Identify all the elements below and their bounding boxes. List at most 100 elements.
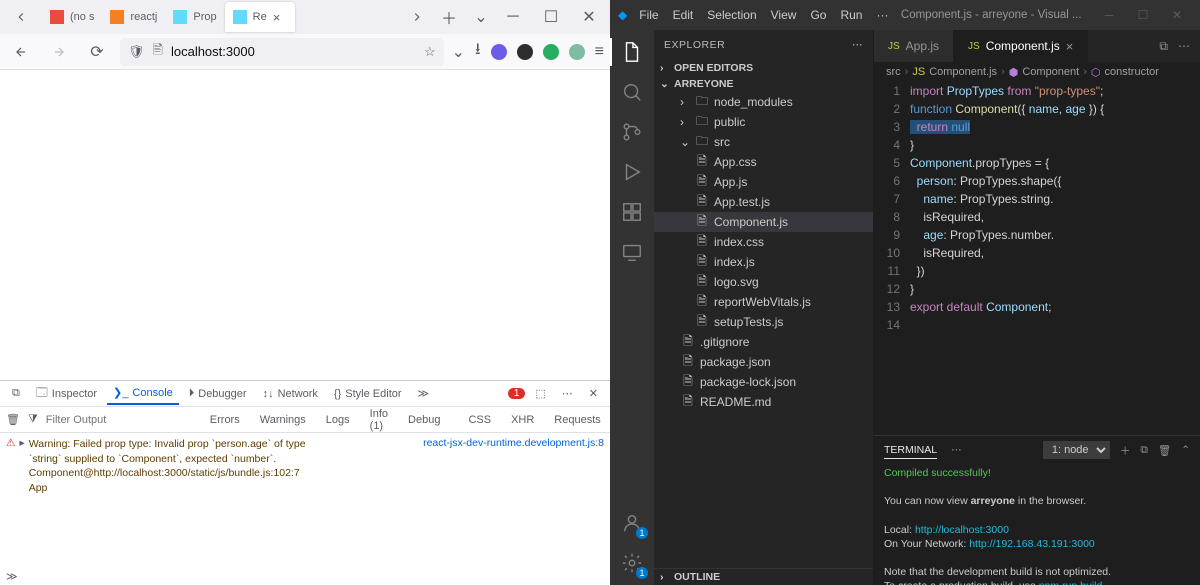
- source-control-icon[interactable]: [618, 118, 646, 146]
- tabs-overflow[interactable]: ≫: [412, 383, 436, 404]
- new-terminal-icon[interactable]: ＋: [1120, 443, 1131, 458]
- filter-input[interactable]: [46, 414, 188, 426]
- file-item[interactable]: 🗎App.test.js: [654, 192, 873, 212]
- remote-icon[interactable]: [618, 238, 646, 266]
- tab-forward-button[interactable]: [402, 3, 432, 31]
- file-item[interactable]: 🗎reportWebVitals.js: [654, 292, 873, 312]
- filter-requests[interactable]: Requests: [548, 412, 606, 428]
- file-item[interactable]: 🗎index.css: [654, 232, 873, 252]
- menu-file[interactable]: File: [639, 8, 658, 22]
- editor-tab-appjs[interactable]: JSApp.js: [874, 30, 954, 62]
- minimap[interactable]: [1150, 82, 1200, 435]
- tab-style-editor[interactable]: {}Style Editor: [328, 384, 408, 404]
- editor-more-icon[interactable]: ⋯: [1178, 39, 1190, 53]
- back-button[interactable]: [6, 38, 36, 66]
- vs-close-button[interactable]: ✕: [1162, 1, 1192, 29]
- address-bar[interactable]: 🛡 🖹 localhost:3000 ☆: [120, 38, 444, 66]
- minimize-button[interactable]: ─: [498, 3, 528, 31]
- file-item[interactable]: 🗎App.css: [654, 152, 873, 172]
- menu-edit[interactable]: Edit: [673, 8, 694, 22]
- close-icon[interactable]: ×: [273, 10, 287, 25]
- file-item[interactable]: 🗎package.json: [654, 352, 873, 372]
- open-editors-section[interactable]: ›OPEN EDITORS: [654, 60, 873, 76]
- downloads-icon[interactable]: ⭳: [475, 38, 481, 65]
- devtools-more-icon[interactable]: ⋯: [556, 383, 579, 404]
- trash-icon[interactable]: 🗑: [6, 413, 20, 426]
- filter-debug[interactable]: Debug: [402, 412, 446, 428]
- terminal-tab[interactable]: TERMINAL: [884, 442, 937, 459]
- tab-react-app[interactable]: Re×: [225, 2, 295, 32]
- vs-minimize-button[interactable]: ─: [1094, 1, 1124, 29]
- maximize-panel-icon[interactable]: ⌃: [1181, 444, 1190, 456]
- tab-inspector[interactable]: 🗔Inspector: [30, 380, 103, 407]
- more-icon[interactable]: ⋯: [852, 39, 863, 51]
- bookmark-icon[interactable]: ☆: [424, 44, 436, 60]
- error-count-badge[interactable]: 1: [508, 388, 526, 399]
- folder-item[interactable]: ⌄🗀src: [654, 132, 873, 152]
- code-editor[interactable]: 1234567891011121314 import PropTypes fro…: [874, 82, 1200, 435]
- search-icon[interactable]: [618, 78, 646, 106]
- filter-warnings[interactable]: Warnings: [254, 412, 312, 428]
- window-close-button[interactable]: ✕: [574, 3, 604, 31]
- file-item[interactable]: 🗎App.js: [654, 172, 873, 192]
- extensions-icon[interactable]: [618, 198, 646, 226]
- pocket-icon[interactable]: ⌄: [452, 42, 465, 62]
- menu-view[interactable]: View: [771, 8, 797, 22]
- tab-console[interactable]: ❯_Console: [107, 382, 179, 405]
- file-item[interactable]: 🗎.gitignore: [654, 332, 873, 352]
- tab-proptypes[interactable]: Prop: [165, 2, 224, 32]
- tab-stackoverflow[interactable]: reactj: [102, 2, 165, 32]
- close-icon[interactable]: ×: [1066, 39, 1074, 54]
- filter-logs[interactable]: Logs: [320, 412, 356, 428]
- outline-section[interactable]: ›OUTLINE: [654, 568, 873, 585]
- editor-tab-componentjs[interactable]: JSComponent.js×: [954, 30, 1088, 62]
- filter-css[interactable]: CSS: [462, 412, 497, 428]
- menu-run[interactable]: Run: [840, 8, 862, 22]
- filter-errors[interactable]: Errors: [204, 412, 246, 428]
- ext-icon-4[interactable]: [569, 44, 585, 60]
- breadcrumb[interactable]: src› JS Component.js› ⬢ Component› ⬡ con…: [874, 62, 1200, 82]
- list-tabs-button[interactable]: ⌄: [466, 3, 496, 31]
- settings-icon[interactable]: 1: [618, 549, 646, 577]
- devtools-close-icon[interactable]: ✕: [583, 383, 604, 404]
- menu-more[interactable]: ···: [876, 8, 888, 22]
- run-debug-icon[interactable]: [618, 158, 646, 186]
- tab-debugger[interactable]: ⏵Debugger: [183, 383, 253, 404]
- tab-back-button[interactable]: [6, 3, 36, 31]
- responsive-mode-icon[interactable]: ⧉: [6, 383, 26, 404]
- reload-button[interactable]: ⟳: [82, 38, 112, 66]
- ext-icon-2[interactable]: [517, 44, 533, 60]
- console-source-link[interactable]: react-jsx-dev-runtime.development.js:8: [423, 437, 604, 496]
- devtools-settings-icon[interactable]: ⬚: [529, 383, 551, 404]
- tab-gmail[interactable]: (no s: [42, 2, 102, 32]
- maximize-button[interactable]: ☐: [536, 3, 566, 31]
- explorer-icon[interactable]: [618, 38, 646, 66]
- folder-item[interactable]: ›🗀public: [654, 112, 873, 132]
- file-item[interactable]: 🗎README.md: [654, 392, 873, 412]
- vs-maximize-button[interactable]: ☐: [1128, 1, 1158, 29]
- file-item[interactable]: 🗎Component.js: [654, 212, 873, 232]
- menu-icon[interactable]: ≡: [595, 43, 604, 61]
- file-item[interactable]: 🗎logo.svg: [654, 272, 873, 292]
- new-tab-button[interactable]: ＋: [434, 3, 464, 31]
- terminal-more-icon[interactable]: ⋯: [951, 444, 962, 456]
- file-item[interactable]: 🗎package-lock.json: [654, 372, 873, 392]
- terminal-select[interactable]: 1: node: [1043, 441, 1110, 459]
- ext-icon-3[interactable]: [543, 44, 559, 60]
- ext-icon-1[interactable]: [491, 44, 507, 60]
- terminal-output[interactable]: Compiled successfully! You can now view …: [874, 464, 1200, 585]
- menu-go[interactable]: Go: [810, 8, 826, 22]
- file-item[interactable]: 🗎setupTests.js: [654, 312, 873, 332]
- folder-item[interactable]: ›🗀node_modules: [654, 92, 873, 112]
- filter-info[interactable]: Info (1): [364, 406, 394, 434]
- project-root[interactable]: ⌄ARREYONE: [654, 76, 873, 92]
- file-item[interactable]: 🗎index.js: [654, 252, 873, 272]
- split-terminal-icon[interactable]: ⧉: [1140, 444, 1148, 457]
- expand-icon[interactable]: ▸: [19, 437, 24, 496]
- forward-button[interactable]: [44, 38, 74, 66]
- filter-xhr[interactable]: XHR: [505, 412, 540, 428]
- menu-selection[interactable]: Selection: [707, 8, 756, 22]
- account-icon[interactable]: 1: [618, 509, 646, 537]
- split-editor-icon[interactable]: ⧉: [1159, 39, 1168, 54]
- kill-terminal-icon[interactable]: 🗑: [1158, 444, 1171, 457]
